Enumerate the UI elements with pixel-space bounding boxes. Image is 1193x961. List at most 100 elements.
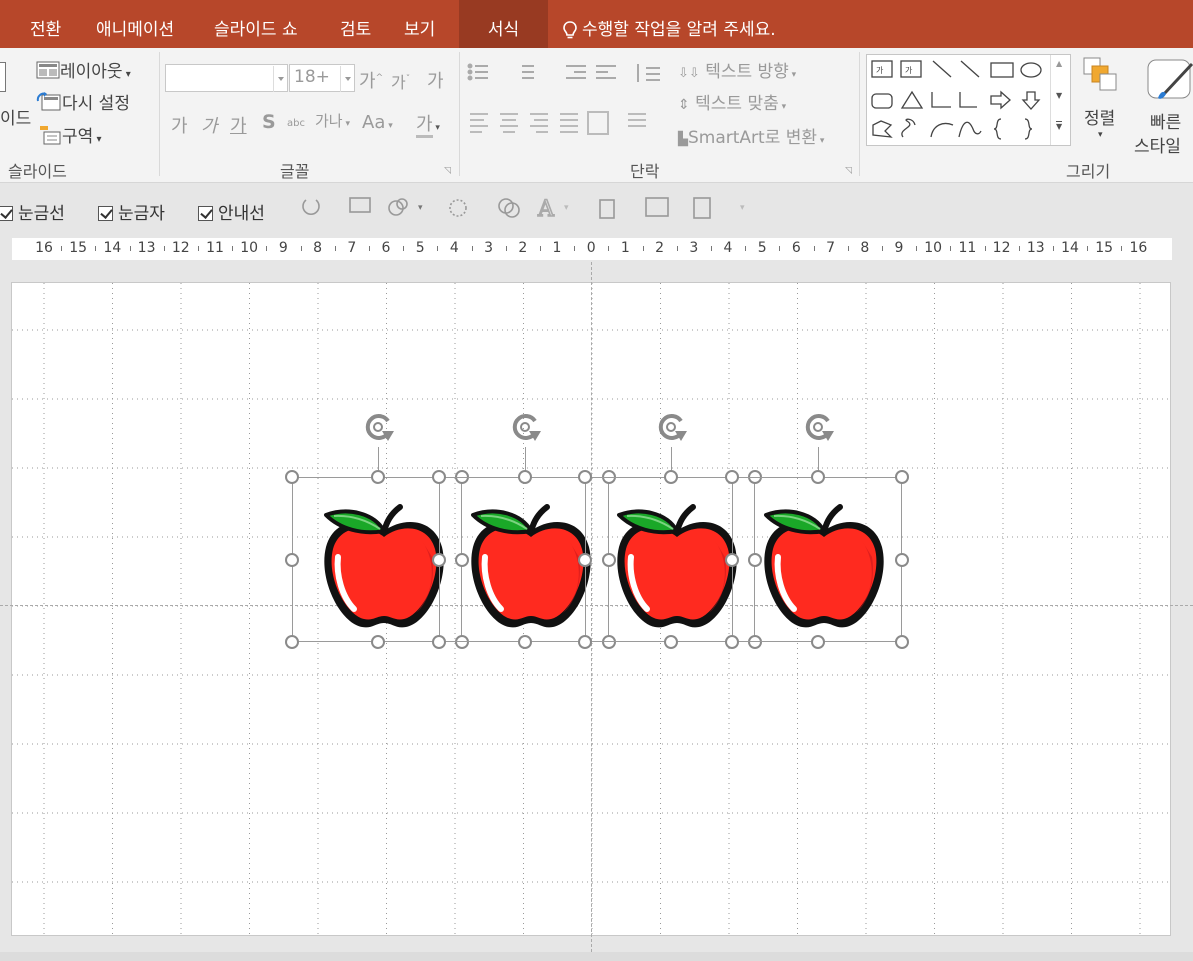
resize-handle[interactable] xyxy=(371,470,385,484)
indent-icons xyxy=(566,65,616,79)
resize-handle[interactable] xyxy=(895,635,909,649)
font-name-input[interactable] xyxy=(165,64,288,92)
ruler-number: 1 xyxy=(552,240,562,256)
resize-handle[interactable] xyxy=(811,470,825,484)
ruler-tick xyxy=(95,246,97,251)
shrink-font-button[interactable]: 가ˇ xyxy=(391,69,410,93)
rectangle-icon xyxy=(990,62,1014,78)
resize-handle[interactable] xyxy=(285,635,299,649)
tab-format[interactable]: 서식 xyxy=(459,0,548,48)
resize-handle[interactable] xyxy=(725,470,739,484)
resize-handle[interactable] xyxy=(285,470,299,484)
resize-handle[interactable] xyxy=(518,470,532,484)
chevron-down-icon: ▾ xyxy=(778,102,787,112)
chevron-down-icon[interactable] xyxy=(340,66,354,92)
ruler-number: 5 xyxy=(757,240,767,256)
font-color-button[interactable]: 가 ▾ xyxy=(416,110,440,138)
ruler-number: 10 xyxy=(924,240,943,256)
tell-me-search[interactable]: 수행할 작업을 알려 주세요. xyxy=(562,0,776,48)
tab-slideshow[interactable]: 슬라이드 쇼 xyxy=(214,0,298,48)
smartart-button[interactable]: ▙SmartArt로 변환 ▾ xyxy=(678,123,824,148)
ruler-tick xyxy=(813,246,815,251)
resize-handle[interactable] xyxy=(895,552,909,567)
clear-format-button[interactable]: 가 xyxy=(427,67,444,93)
strikethrough-icon[interactable]: abc xyxy=(287,118,305,129)
resize-handle[interactable] xyxy=(432,635,446,649)
resize-handle[interactable] xyxy=(664,470,678,484)
underline-button[interactable]: 가 xyxy=(230,112,247,138)
resize-handle[interactable] xyxy=(811,635,825,649)
arrange-button[interactable]: 정렬 ▾ xyxy=(1078,54,1126,154)
resize-handle[interactable] xyxy=(578,552,592,567)
elbow-arrow-icon xyxy=(959,92,977,108)
view-toolbar: 눈금선 눈금자 안내선 A ▾ ▾ ▾ xyxy=(0,184,1193,232)
char-spacing-button[interactable]: 가나 ▾ xyxy=(315,110,350,131)
oval-icon xyxy=(1020,62,1042,78)
resize-handle[interactable] xyxy=(725,552,739,567)
change-case-label: Aa xyxy=(362,112,386,133)
layout-label: 레이아웃 xyxy=(60,62,123,82)
resize-handle[interactable] xyxy=(432,470,446,484)
italic-button[interactable]: 가 xyxy=(201,112,218,138)
ruler-number: 14 xyxy=(103,240,122,256)
tab-animations[interactable]: 애니메이션 xyxy=(96,0,174,48)
presentation-icon xyxy=(349,197,371,213)
gallery-scroll[interactable]: ▲ ▼ ▼ xyxy=(1050,55,1070,145)
ruler-tick xyxy=(197,246,199,251)
quick-styles-button[interactable]: 빠른 스타일 xyxy=(1132,54,1193,157)
horizontal-ruler[interactable]: 16 15 14 13 12 11 10 9 8 7 6 5 4 3 2 1 0 1 2 3 4 5 6 7 8 9 10 11 12 1… xyxy=(12,238,1172,260)
text-direction-button[interactable]: ⇩⇩ 텍스트 방향 ▾ xyxy=(678,57,796,82)
rotate-handle-icon[interactable] xyxy=(507,409,545,449)
align-text-icon: ⇕ xyxy=(678,97,690,113)
resize-handle[interactable] xyxy=(432,552,446,567)
align-text-button[interactable]: ⇕ 텍스트 맞춤 ▾ xyxy=(678,89,786,114)
svg-text:가: 가 xyxy=(905,66,913,75)
resize-handle[interactable] xyxy=(664,635,678,649)
tab-transitions[interactable]: 전환 xyxy=(30,0,61,48)
shapes-gallery-icons: 가 가 xyxy=(871,60,1042,140)
resize-handle[interactable] xyxy=(578,635,592,649)
tab-view[interactable]: 보기 xyxy=(404,0,435,48)
more-icon[interactable]: ▼ xyxy=(1056,121,1063,131)
chevron-down-icon: ▾ xyxy=(122,69,131,80)
ruler-tick xyxy=(163,246,165,251)
resize-handle[interactable] xyxy=(285,552,299,567)
dialog-launcher-icon[interactable]: ◹ xyxy=(845,166,852,176)
bold-button[interactable]: 가 xyxy=(171,112,188,138)
rotate-handle-icon[interactable] xyxy=(653,409,691,449)
grow-font-label: 가 xyxy=(359,71,376,92)
grow-font-button[interactable]: 가^ xyxy=(359,67,383,93)
shapes-gallery[interactable]: 가 가 ▲ ▼ ▼ xyxy=(866,54,1071,146)
tab-review[interactable]: 검토 xyxy=(340,0,371,48)
resize-handle[interactable] xyxy=(578,470,592,484)
resize-handle[interactable] xyxy=(895,470,909,484)
ruler-number: 13 xyxy=(137,240,156,256)
layout-button[interactable]: 레이아웃 ▾ xyxy=(36,57,131,82)
chevron-up-icon[interactable]: ▲ xyxy=(1056,59,1062,68)
resize-handle[interactable] xyxy=(725,635,739,649)
numbering-icon xyxy=(522,65,534,79)
gridlines-checkbox[interactable]: 눈금선 xyxy=(0,199,65,224)
rounded-rectangle-icon xyxy=(871,93,893,109)
ruler-checkbox[interactable]: 눈금자 xyxy=(98,199,165,224)
chevron-down-icon[interactable]: ▼ xyxy=(1056,91,1062,100)
down-arrow-icon xyxy=(1021,91,1041,110)
dialog-launcher-icon[interactable]: ◹ xyxy=(444,166,451,176)
rotate-handle-icon[interactable] xyxy=(800,409,838,449)
ruler-tick xyxy=(745,246,747,251)
chevron-down-icon[interactable] xyxy=(273,66,287,92)
shadow-button[interactable]: S xyxy=(262,111,276,133)
resize-handle[interactable] xyxy=(518,635,532,649)
guides-checkbox[interactable]: 안내선 xyxy=(198,199,265,224)
resize-handle[interactable] xyxy=(371,635,385,649)
rotate-handle-icon[interactable] xyxy=(360,409,398,449)
section-button[interactable]: 구역 ▾ xyxy=(38,122,101,147)
change-case-button[interactable]: Aa ▾ xyxy=(362,112,393,133)
ruler-tick xyxy=(984,246,986,251)
scribble-icon xyxy=(901,118,916,138)
new-slide-icon[interactable] xyxy=(0,62,6,92)
new-slide-label[interactable]: 이드 xyxy=(0,104,31,129)
reset-button[interactable]: 다시 설정 xyxy=(36,89,130,114)
font-size-input[interactable]: 18+ xyxy=(289,64,355,92)
freeform-icon xyxy=(872,120,893,138)
